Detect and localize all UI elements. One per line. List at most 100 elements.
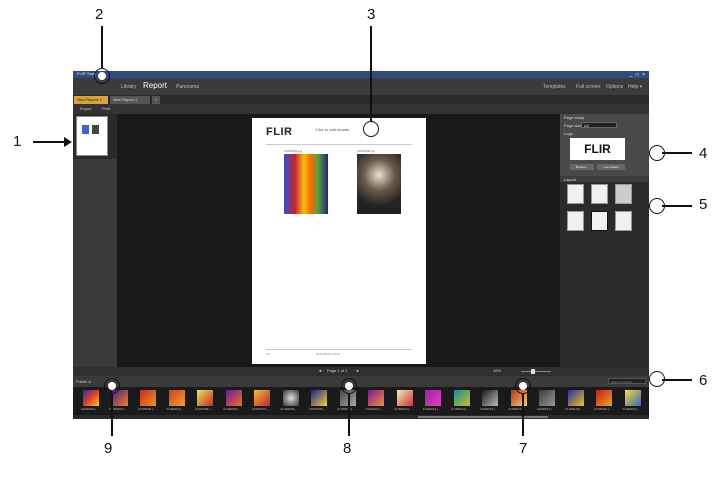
- menu-report[interactable]: Report: [143, 81, 167, 90]
- layout-option-5[interactable]: [591, 211, 608, 231]
- filmstrip-thumbnail[interactable]: [482, 390, 498, 406]
- zoom-slider-handle[interactable]: [531, 369, 535, 374]
- tab-new-report-1[interactable]: New Report 1: [74, 96, 108, 104]
- logo-checkbox-label[interactable]: Logo: [564, 131, 573, 136]
- page-indicator: Page 1 of 1: [327, 368, 348, 373]
- filmstrip-thumbnail[interactable]: [368, 390, 384, 406]
- layout-heading-bar: Layout: [560, 176, 649, 182]
- filmstrip-thumbnail[interactable]: [140, 390, 156, 406]
- next-page-button[interactable]: ►: [356, 368, 360, 373]
- callout-marker-9: [104, 378, 120, 394]
- menu-bar: Library Report Panorama Templates Full s…: [73, 78, 649, 95]
- report-logo: FLIR: [266, 126, 293, 138]
- filmstrip-item-label: FLIR0018.j...: [565, 407, 583, 411]
- filmstrip-item-label: FLIR0003.j...: [138, 407, 156, 411]
- menu-full-screen[interactable]: Full screen: [576, 84, 600, 90]
- footer-date: 2013-08-14 09:12: [316, 352, 340, 356]
- layout-option-3[interactable]: [615, 184, 632, 204]
- filmstrip-thumbnail[interactable]: [168, 390, 185, 406]
- export-button[interactable]: Export: [80, 106, 92, 111]
- report-workspace: FLIR Click to add header FLIR0005.jpg FL…: [117, 114, 560, 367]
- image-1-label: FLIR0005.jpg: [284, 149, 303, 153]
- filmstrip-thumbnail[interactable]: [567, 390, 584, 406]
- callout-line-6: [662, 379, 692, 381]
- print-button[interactable]: Print: [102, 106, 110, 111]
- thermal-image[interactable]: [284, 154, 328, 214]
- callout-line-2: [101, 26, 103, 68]
- menu-help[interactable]: Help ▾: [628, 84, 642, 90]
- flir-tools-window: FLIR Tools _ □ × Library Report Panorama…: [73, 71, 649, 419]
- filmstrip-scrollbar[interactable]: [73, 415, 649, 419]
- zoom-slider[interactable]: [521, 371, 551, 372]
- tab-new-report-2[interactable]: New Report 2: [110, 96, 150, 104]
- page-setup-section: Page setup Page size A4 Logo FLIR Browse…: [560, 114, 649, 176]
- filmstrip-item-label: FLIR0015.j...: [480, 407, 498, 411]
- browse-button[interactable]: Browse...: [570, 164, 594, 170]
- layout-option-6[interactable]: [615, 211, 632, 231]
- callout-line-4: [662, 152, 692, 154]
- footer-page-number: 1/1: [266, 352, 271, 356]
- filmstrip-thumbnail[interactable]: [596, 390, 612, 406]
- menu-panorama[interactable]: Panorama: [176, 84, 199, 90]
- filmstrip-thumbnail[interactable]: [396, 390, 413, 406]
- callout-marker-2: [94, 68, 110, 84]
- flir-logo-preview: FLIR: [570, 138, 625, 160]
- callout-arrow-1: [64, 137, 72, 147]
- callout-4: 4: [699, 145, 708, 162]
- filmstrip-item-label: FLIR0005.j...: [195, 407, 213, 411]
- filmstrip-thumbnail[interactable]: [254, 390, 270, 406]
- layout-option-4[interactable]: [567, 211, 584, 231]
- filmstrip-thumbnail[interactable]: [425, 390, 441, 406]
- menu-templates[interactable]: Templates: [543, 84, 566, 90]
- callout-6: 6: [699, 372, 708, 389]
- page-thumbnail[interactable]: [76, 116, 108, 156]
- filmstrip-thumbnail[interactable]: [311, 390, 327, 406]
- report-page[interactable]: FLIR Click to add header FLIR0005.jpg FL…: [252, 118, 426, 364]
- right-panel: Page setup Page size A4 Logo FLIR Browse…: [560, 114, 649, 367]
- zoom-value: 49%: [493, 368, 502, 373]
- callout-3: 3: [367, 6, 376, 23]
- filmstrip-header: Folder A Search in library: [73, 376, 649, 387]
- callout-marker-7: [515, 378, 531, 394]
- filmstrip-thumbnail[interactable]: [539, 390, 555, 406]
- filmstrip-scrollbar-thumb[interactable]: [418, 416, 548, 418]
- page-size-select[interactable]: A4: [581, 122, 617, 128]
- filmstrip-thumbnail[interactable]: [282, 390, 299, 406]
- callout-marker-5: [649, 198, 665, 214]
- prev-page-button[interactable]: ◄: [318, 368, 322, 373]
- footer-divider: [266, 349, 412, 350]
- page-thumbnails-panel: [73, 114, 117, 367]
- use-default-button[interactable]: Use default: [597, 164, 625, 170]
- header-divider: [266, 144, 412, 145]
- menu-library[interactable]: Library: [121, 84, 136, 90]
- filmstrip-item-label: FLIR0017.j...: [537, 407, 555, 411]
- callout-line-3: [370, 26, 372, 121]
- filmstrip-thumbnail[interactable]: [225, 390, 242, 406]
- library-search-input[interactable]: Search in library: [608, 378, 646, 384]
- filmstrip-thumbnail[interactable]: [197, 390, 213, 406]
- filmstrip-thumbnail[interactable]: [624, 390, 641, 406]
- layout-heading[interactable]: Layout: [564, 177, 576, 182]
- add-tab-button[interactable]: +: [152, 96, 160, 104]
- filmstrip-item-label: FLIR0011.j...: [366, 407, 383, 411]
- header-placeholder[interactable]: Click to add header: [315, 127, 349, 132]
- filmstrip-item-label: FLIR0008.j...: [280, 407, 298, 411]
- filmstrip-thumbnail[interactable]: [83, 390, 99, 406]
- filmstrip-item-label: FLIR0013.j...: [423, 407, 441, 411]
- page-size-label: Page size: [564, 123, 582, 128]
- layout-option-1[interactable]: [567, 184, 584, 204]
- report-tabs: New Report 1 New Report 2 +: [73, 95, 649, 104]
- filmstrip-item-label: FLIR0014.j...: [451, 407, 469, 411]
- toolbar: Export Print: [73, 104, 649, 114]
- callout-marker-6: [649, 371, 665, 387]
- filmstrip-thumbnail[interactable]: [453, 390, 470, 406]
- visual-image[interactable]: [357, 154, 401, 214]
- filmstrip-item-label: FLIR0019.j...: [594, 407, 612, 411]
- page-navigation-bar: ◄ Page 1 of 1 ► 49%: [73, 367, 649, 376]
- layout-option-2[interactable]: [591, 184, 608, 204]
- menu-options[interactable]: Options: [606, 84, 623, 90]
- title-bar: FLIR Tools _ □ ×: [73, 71, 649, 78]
- page-setup-heading[interactable]: Page setup: [564, 115, 584, 120]
- callout-1: 1: [13, 133, 22, 150]
- callout-line-8: [348, 394, 350, 436]
